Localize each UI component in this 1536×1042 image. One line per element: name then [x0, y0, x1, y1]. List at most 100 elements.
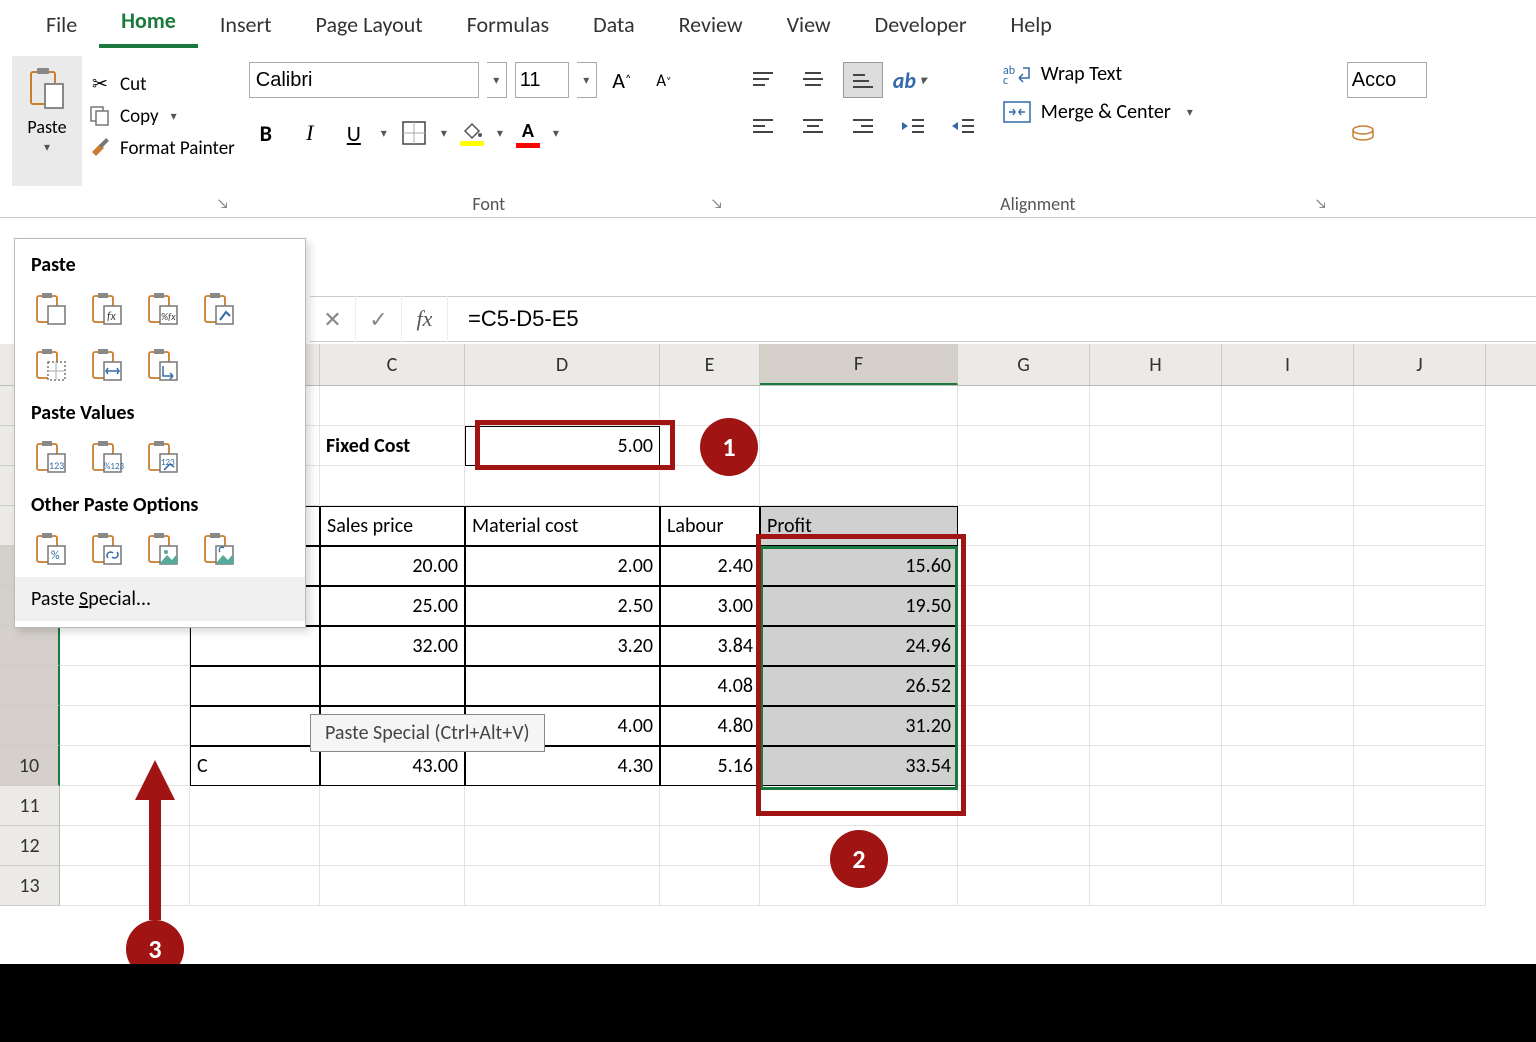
orientation-button[interactable]: ab▾: [893, 67, 926, 94]
decrease-font-size-button[interactable]: A˅: [647, 62, 681, 98]
paste-formatting-icon[interactable]: %: [31, 529, 71, 569]
grid-row: 12: [0, 826, 1536, 866]
group-number: [1347, 56, 1427, 217]
row-header[interactable]: [0, 626, 60, 666]
svg-text:%: %: [51, 549, 60, 563]
paste-button[interactable]: Paste ▾: [12, 56, 82, 186]
align-middle-button[interactable]: [793, 62, 833, 98]
accounting-format-button[interactable]: [1347, 116, 1383, 150]
paste-transpose-icon[interactable]: [143, 345, 183, 385]
increase-indent-button[interactable]: [943, 108, 983, 144]
row-header-13[interactable]: 13: [0, 866, 60, 906]
tab-insert[interactable]: Insert: [198, 1, 294, 48]
align-left-button[interactable]: [743, 108, 783, 144]
paste-no-borders-icon[interactable]: [31, 345, 71, 385]
row-header-10[interactable]: 10: [0, 746, 60, 786]
chevron-down-icon[interactable]: ▾: [553, 126, 559, 141]
font-size-dropdown[interactable]: ▾: [577, 62, 597, 98]
col-header-g[interactable]: G: [958, 344, 1090, 385]
paste-all-icon[interactable]: [31, 289, 71, 329]
paste-keep-column-width-icon[interactable]: [87, 345, 127, 385]
tab-formulas[interactable]: Formulas: [445, 1, 571, 48]
chevron-down-icon[interactable]: ▾: [497, 126, 503, 141]
cell-header-material[interactable]: Material cost: [465, 506, 660, 546]
row-header[interactable]: [0, 706, 60, 746]
paste-values-source-format-icon[interactable]: 123: [143, 437, 183, 477]
paste-formulas-number-format-icon[interactable]: %fx: [143, 289, 183, 329]
copy-button[interactable]: Copy▾: [88, 104, 235, 128]
row-header-12[interactable]: 12: [0, 826, 60, 866]
tab-view[interactable]: View: [765, 1, 853, 48]
paint-bucket-icon: [460, 121, 484, 141]
col-header-e[interactable]: E: [660, 344, 760, 385]
font-name-input[interactable]: [249, 62, 479, 98]
number-format-select[interactable]: [1347, 62, 1427, 98]
font-dialog-launcher[interactable]: ↘: [711, 195, 729, 213]
underline-button[interactable]: U: [337, 116, 371, 150]
cell-header-labour[interactable]: Labour: [660, 506, 760, 546]
align-right-button[interactable]: [843, 108, 883, 144]
insert-function-button[interactable]: fx: [402, 296, 448, 342]
tab-home[interactable]: Home: [99, 0, 198, 48]
tab-help[interactable]: Help: [989, 1, 1074, 48]
grid-row: 10C43.004.305.1633.54: [0, 746, 1536, 786]
chevron-down-icon[interactable]: ▾: [441, 126, 447, 141]
chevron-down-icon[interactable]: ▾: [381, 126, 387, 141]
italic-button[interactable]: I: [293, 116, 327, 150]
font-color-button[interactable]: A: [513, 119, 543, 148]
paste-linked-picture-icon[interactable]: [199, 529, 239, 569]
col-header-d[interactable]: D: [465, 344, 660, 385]
tab-page-layout[interactable]: Page Layout: [294, 1, 445, 48]
tab-data[interactable]: Data: [571, 1, 657, 48]
merge-center-label: Merge & Center: [1041, 100, 1171, 124]
font-name-dropdown[interactable]: ▾: [487, 62, 507, 98]
paste-link-icon[interactable]: [87, 529, 127, 569]
row-header[interactable]: [0, 666, 60, 706]
tab-developer[interactable]: Developer: [853, 1, 989, 48]
decrease-indent-button[interactable]: [893, 108, 933, 144]
scissors-icon: ✂: [88, 72, 112, 96]
col-header-j[interactable]: J: [1354, 344, 1486, 385]
clipboard-dialog-launcher[interactable]: ↘: [217, 195, 235, 213]
align-center-button[interactable]: [793, 108, 833, 144]
row-header-11[interactable]: 11: [0, 786, 60, 826]
bold-button[interactable]: B: [249, 116, 283, 150]
merge-center-button[interactable]: Merge & Center▾: [1003, 100, 1193, 124]
col-header-i[interactable]: I: [1222, 344, 1354, 385]
paste-keep-source-format-icon[interactable]: [199, 289, 239, 329]
paste-formulas-icon[interactable]: fx: [87, 289, 127, 329]
cancel-formula-button[interactable]: ✕: [310, 296, 356, 342]
tab-file[interactable]: File: [24, 1, 99, 48]
wrap-text-icon: abc: [1003, 62, 1031, 86]
cell-header-profit[interactable]: Profit: [760, 506, 958, 546]
alignment-dialog-launcher[interactable]: ↘: [1315, 195, 1333, 213]
grid-row: 32.003.203.8424.96: [0, 626, 1536, 666]
grid-row: 4.0826.52: [0, 666, 1536, 706]
paste-values-icon[interactable]: 123: [31, 437, 71, 477]
col-header-f[interactable]: F: [760, 344, 958, 385]
col-header-h[interactable]: H: [1090, 344, 1222, 385]
formula-input[interactable]: [448, 297, 1536, 341]
group-alignment: ab▾ abcWrap Text Merge & Center▾ Alignme…: [743, 56, 1333, 217]
align-bottom-button[interactable]: [843, 62, 883, 98]
cell-fixed-cost-label[interactable]: Fixed Cost: [320, 426, 465, 466]
cell-fixed-cost-value[interactable]: 5.00: [465, 426, 660, 466]
copy-icon: [88, 104, 112, 128]
font-size-input[interactable]: [515, 62, 569, 98]
paste-picture-icon[interactable]: [143, 529, 183, 569]
borders-button[interactable]: [397, 116, 431, 150]
cell-header-sales[interactable]: Sales price: [320, 506, 465, 546]
tab-review[interactable]: Review: [657, 1, 765, 48]
increase-font-size-button[interactable]: A˄: [605, 62, 639, 98]
format-painter-button[interactable]: Format Painter: [88, 136, 235, 160]
paste-values-number-format-icon[interactable]: %123: [87, 437, 127, 477]
col-header-c[interactable]: C: [320, 344, 465, 385]
align-top-button[interactable]: [743, 62, 783, 98]
enter-formula-button[interactable]: ✓: [356, 296, 402, 342]
fill-color-button[interactable]: [457, 121, 487, 146]
svg-text:%123: %123: [104, 461, 124, 472]
currency-icon: [1351, 122, 1379, 144]
paste-special-item[interactable]: Paste Special...: [15, 577, 305, 621]
cut-button[interactable]: ✂Cut: [88, 72, 235, 96]
wrap-text-button[interactable]: abcWrap Text: [1003, 62, 1193, 86]
